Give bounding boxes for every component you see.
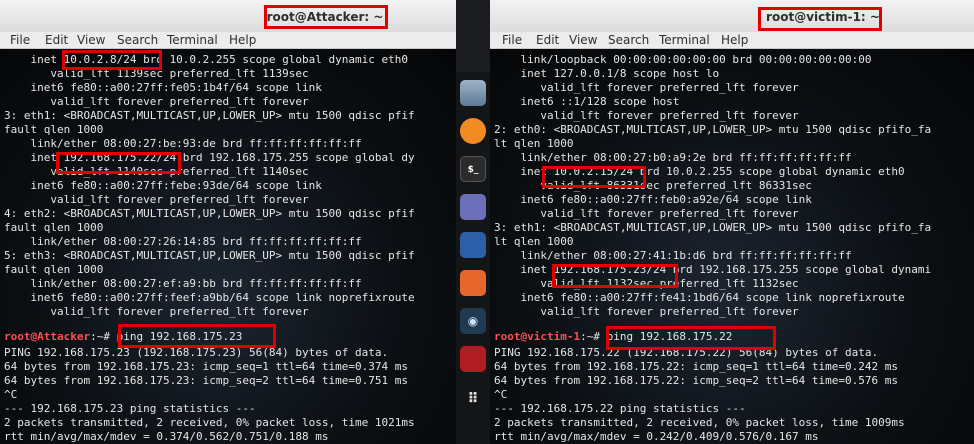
terminal-line: 2: eth0: <BROADCAST,MULTICAST,UP,LOWER_U…	[494, 123, 932, 136]
menu-view[interactable]: View	[569, 32, 597, 48]
terminal-line: 64 bytes from 192.168.175.22: icmp_seq=1…	[494, 360, 898, 373]
shell-prompt: root@Attacker	[4, 330, 91, 343]
terminal-line: ^C	[4, 388, 18, 401]
terminal-line: inet6 fe80::a00:27ff:fe05:1b4f/64 scope …	[4, 81, 322, 94]
terminal-line: 64 bytes from 192.168.175.22: icmp_seq=2…	[494, 374, 898, 387]
terminal-line: rtt min/avg/max/mdev = 0.242/0.409/0.576…	[494, 430, 819, 443]
terminal-line: valid_lft forever preferred_lft forever	[4, 95, 309, 108]
terminal-line: 3: eth1: <BROADCAST,MULTICAST,UP,LOWER_U…	[494, 221, 932, 234]
menu-help[interactable]: Help	[721, 32, 748, 48]
menu-edit[interactable]: Edit	[45, 32, 68, 48]
ping-command: :~# ping 192.168.175.23	[90, 330, 243, 343]
terminal-line: valid_lft forever preferred_lft forever	[494, 207, 799, 220]
terminal-line: --- 192.168.175.23 ping statistics ---	[4, 402, 256, 415]
menu-edit[interactable]: Edit	[536, 32, 559, 48]
terminal-line: inet6 fe80::a00:27ff:febe:93de/64 scope …	[4, 179, 322, 192]
attacker-terminal-window[interactable]: root@Attacker: ~ File Edit View Search T…	[0, 0, 456, 444]
terminal-line: fault qlen 1000	[4, 263, 104, 276]
terminal-line: fault qlen 1000	[4, 221, 104, 234]
terminal-line: 4: eth2: <BROADCAST,MULTICAST,UP,LOWER_U…	[4, 207, 415, 220]
app-grid-icon[interactable]: ⠿	[460, 386, 486, 412]
terminal-line: valid_lft forever preferred_lft forever	[4, 193, 309, 206]
terminal-line: valid_lft forever preferred_lft forever	[4, 305, 309, 318]
terminal-line: fault qlen 1000	[4, 123, 104, 136]
terminal-line: valid_lft forever preferred_lft forever	[494, 81, 799, 94]
window-title: root@victim-1: ~	[766, 10, 880, 24]
terminal-line: lt qlen 1000	[494, 235, 574, 248]
command-line[interactable]: root@victim-1:~# ping 192.168.175.22	[494, 330, 732, 343]
terminal-line: inet 10.0.2.15/24 brd 10.0.2.255 scope g…	[494, 165, 905, 178]
eye-icon[interactable]: ◉	[460, 308, 486, 334]
menu-search[interactable]: Search	[117, 32, 158, 48]
title-bar[interactable]: root@Attacker: ~	[0, 0, 456, 32]
terminal-line: 3: eth1: <BROADCAST,MULTICAST,UP,LOWER_U…	[4, 109, 415, 122]
menu-bar: File Edit View Search Terminal Help	[490, 32, 974, 49]
terminal-line: link/ether 08:00:27:26:14:85 brd ff:ff:f…	[4, 235, 362, 248]
terminal-line: inet6 fe80::a00:27ff:fe41:1bd6/64 scope …	[494, 291, 905, 304]
terminal-line: inet 192.168.175.22/24 brd 192.168.175.2…	[4, 151, 415, 164]
terminal-line: --- 192.168.175.22 ping statistics ---	[494, 402, 746, 415]
terminal-area[interactable]: inet 10.0.2.8/24 brd 10.0.2.255 scope gl…	[0, 49, 456, 444]
menu-search[interactable]: Search	[608, 32, 649, 48]
terminal-line: PING 192.168.175.22 (192.168.175.22) 56(…	[494, 346, 879, 359]
menu-terminal[interactable]: Terminal	[167, 32, 218, 48]
terminal-line: valid_lft 1132sec preferred_lft 1132sec	[494, 277, 799, 290]
menu-help[interactable]: Help	[229, 32, 256, 48]
terminal-line: valid_lft 86331sec preferred_lft 86331se…	[494, 179, 812, 192]
desktop-background	[456, 0, 490, 72]
terminal-line: inet 192.168.175.23/24 brd 192.168.175.2…	[494, 263, 932, 276]
terminal-line: link/ether 08:00:27:ef:a9:bb brd ff:ff:f…	[4, 277, 362, 290]
burpsuite-icon[interactable]	[460, 270, 486, 296]
title-bar[interactable]: root@victim-1: ~	[490, 0, 974, 32]
dock: $_ ◉ ⠿	[456, 72, 490, 444]
menu-terminal[interactable]: Terminal	[659, 32, 710, 48]
terminal-line: ^C	[494, 388, 508, 401]
text-editor-icon[interactable]	[460, 194, 486, 220]
terminal-line: rtt min/avg/max/mdev = 0.374/0.562/0.751…	[4, 430, 329, 443]
menu-file[interactable]: File	[10, 32, 30, 48]
terminal-line: 2 packets transmitted, 2 received, 0% pa…	[494, 416, 905, 429]
terminal-line: link/ether 08:00:27:41:1b:d6 brd ff:ff:f…	[494, 249, 852, 262]
terminal-line: PING 192.168.175.23 (192.168.175.23) 56(…	[4, 346, 389, 359]
terminal-line: inet 127.0.0.1/8 scope host lo	[494, 67, 720, 80]
terminal-line: 64 bytes from 192.168.175.23: icmp_seq=2…	[4, 374, 408, 387]
firefox-icon[interactable]	[460, 118, 486, 144]
terminal-line: inet6 fe80::a00:27ff:feb0:a92e/64 scope …	[494, 193, 812, 206]
terminal-line: lt qlen 1000	[494, 137, 574, 150]
menu-file[interactable]: File	[502, 32, 522, 48]
terminal-icon[interactable]: $_	[460, 156, 486, 182]
terminal-line: inet6 ::1/128 scope host	[494, 95, 680, 108]
terminal-line: inet6 fe80::a00:27ff:feef:a9bb/64 scope …	[4, 291, 415, 304]
terminal-area[interactable]: link/loopback 00:00:00:00:00:00 brd 00:0…	[490, 49, 974, 444]
terminal-line: 5: eth3: <BROADCAST,MULTICAST,UP,LOWER_U…	[4, 249, 415, 262]
metasploit-icon[interactable]	[460, 232, 486, 258]
terminal-line: inet 10.0.2.8/24 brd 10.0.2.255 scope gl…	[4, 53, 408, 66]
terminal-line: 64 bytes from 192.168.175.23: icmp_seq=1…	[4, 360, 408, 373]
terminal-line: link/loopback 00:00:00:00:00:00 brd 00:0…	[494, 53, 872, 66]
terminal-line: link/ether 08:00:27:b0:a9:2e brd ff:ff:f…	[494, 151, 852, 164]
menu-bar: File Edit View Search Terminal Help	[0, 32, 456, 49]
ping-command: :~# ping 192.168.175.22	[580, 330, 733, 343]
files-icon[interactable]	[460, 80, 486, 106]
terminal-line: link/ether 08:00:27:be:93:de brd ff:ff:f…	[4, 137, 362, 150]
terminal-line: valid_lft 1140sec preferred_lft 1140sec	[4, 165, 309, 178]
shell-prompt: root@victim-1	[494, 330, 581, 343]
terminal-line: valid_lft forever preferred_lft forever	[494, 305, 799, 318]
victim-terminal-window[interactable]: root@victim-1: ~ File Edit View Search T…	[490, 0, 974, 444]
command-line[interactable]: root@Attacker:~# ping 192.168.175.23	[4, 330, 242, 343]
menu-view[interactable]: View	[77, 32, 105, 48]
window-title: root@Attacker: ~	[266, 10, 384, 24]
cherrytree-icon[interactable]	[460, 346, 486, 372]
terminal-line: valid_lft 1139sec preferred_lft 1139sec	[4, 67, 309, 80]
terminal-line: 2 packets transmitted, 2 received, 0% pa…	[4, 416, 415, 429]
terminal-line: valid_lft forever preferred_lft forever	[494, 109, 799, 122]
